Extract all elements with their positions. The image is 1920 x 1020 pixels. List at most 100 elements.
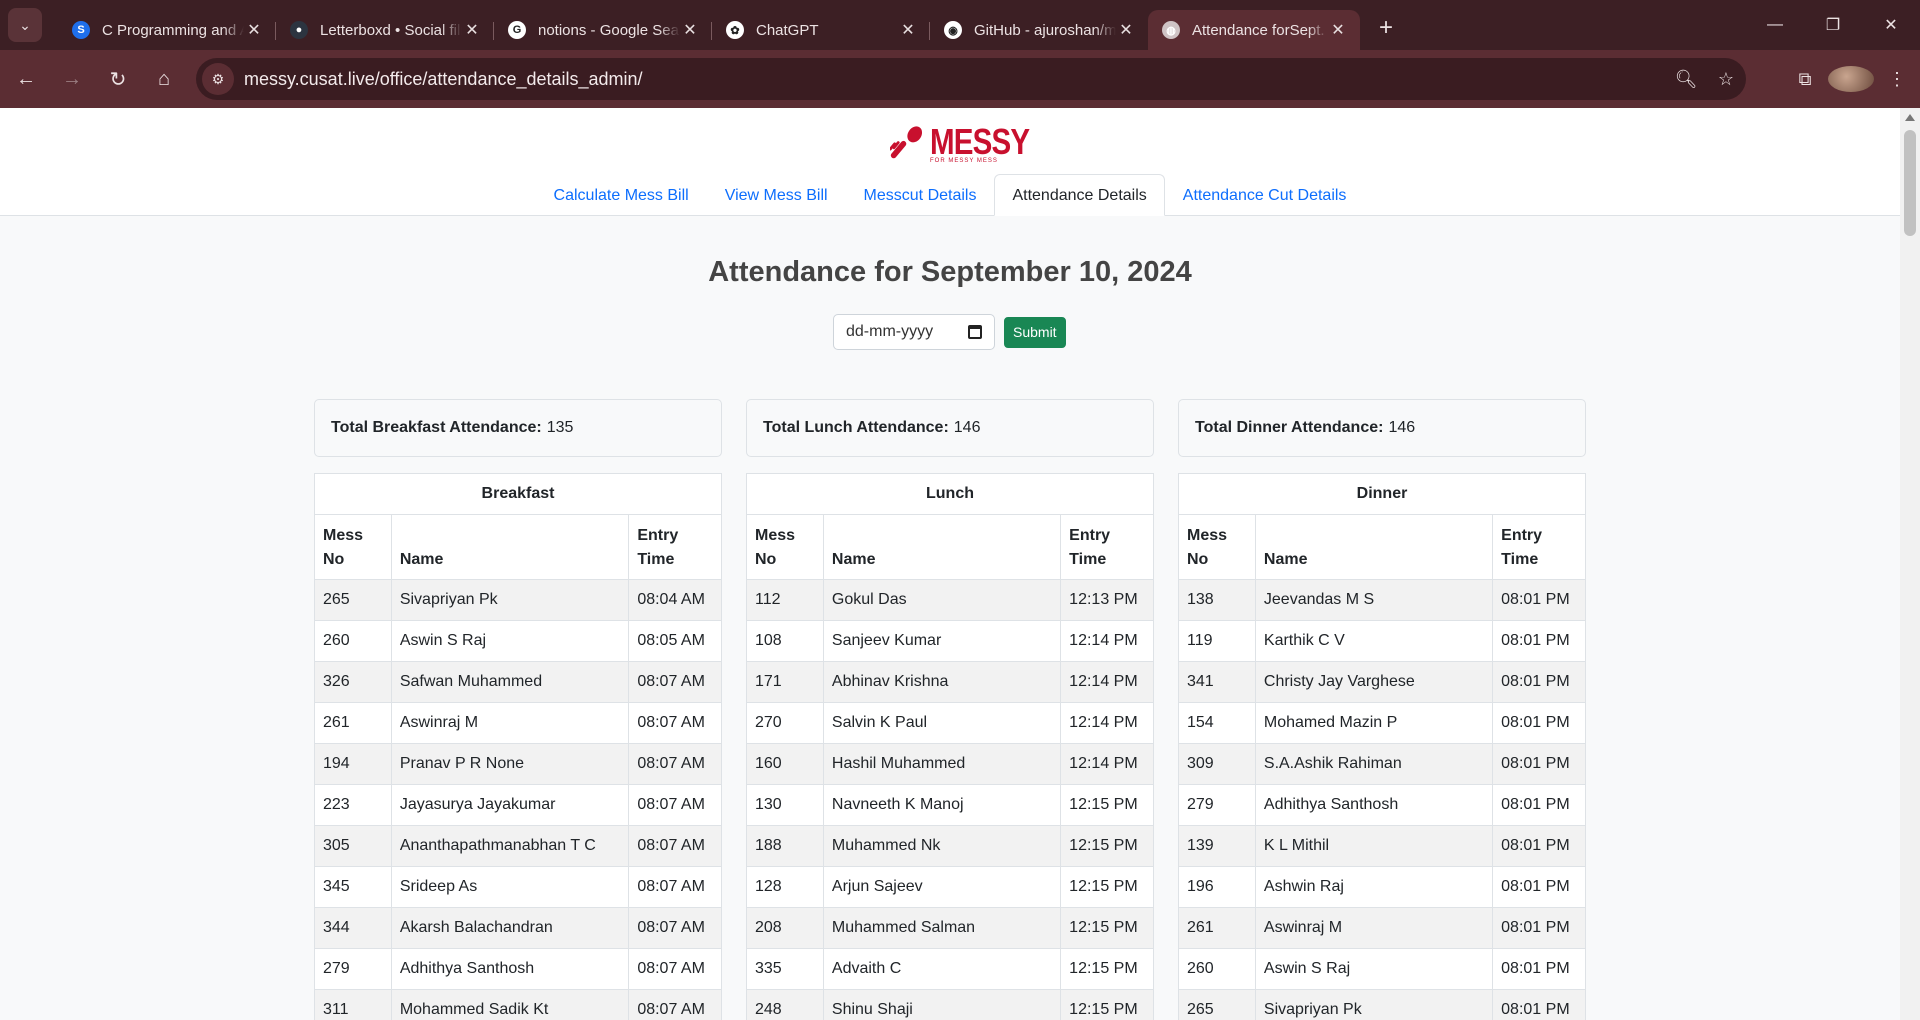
browser-tab[interactable]: S C Programming and Assembly✕ (58, 10, 276, 50)
letterboxd-icon: ● (290, 21, 308, 39)
entry-time-cell: 08:05 AM (628, 620, 722, 662)
scaler-icon: S (72, 21, 90, 39)
mess-no-cell: 171 (746, 661, 824, 703)
table-row: 160 Hashil Muhammed 12:14 PM (746, 743, 1154, 785)
entry-time-cell: 08:07 AM (628, 702, 722, 744)
entry-time-cell: 08:07 AM (628, 989, 722, 1020)
close-window-button[interactable]: ✕ (1862, 0, 1920, 50)
nav-tab-calculate-mess-bill[interactable]: Calculate Mess Bill (536, 174, 707, 216)
table-row: 260 Aswin S Raj 08:05 AM (314, 620, 722, 662)
chevron-down-icon: ⌄ (19, 16, 31, 33)
site-header: MESSY FOR MESSY MESS Calculate Mess Bill… (0, 108, 1900, 216)
submit-button[interactable]: Submit (1004, 316, 1066, 348)
name-cell: Aswin S Raj (1254, 948, 1494, 990)
mess-no-cell: 223 (314, 784, 392, 826)
date-filter-form: dd-mm-yyyy Submit (833, 314, 1066, 350)
date-input[interactable]: dd-mm-yyyy (833, 314, 995, 350)
entry-time-cell: 08:01 PM (1492, 579, 1586, 621)
tab-close-icon[interactable]: ✕ (462, 20, 482, 40)
table-row: 335 Advaith C 12:15 PM (746, 948, 1154, 990)
minimize-button[interactable]: — (1746, 0, 1804, 50)
messy-logo[interactable]: MESSY FOR MESSY MESS (890, 118, 1051, 166)
calendar-icon[interactable] (968, 325, 982, 339)
browser-tab[interactable]: ✿ ChatGPT ✕ (712, 10, 930, 50)
entry-time-cell: 08:01 PM (1492, 784, 1586, 826)
mess-no-cell: 154 (1178, 702, 1256, 744)
table-row: 279 Adhithya Santhosh 08:01 PM (1178, 784, 1586, 826)
browser-tab[interactable]: ◍ Attendance forSept. 10, 2024✕ (1148, 10, 1360, 50)
bookmark-star-icon[interactable]: ☆ (1706, 69, 1746, 90)
entry-time-cell: 08:01 PM (1492, 743, 1586, 785)
nav-tab-messcut-details[interactable]: Messcut Details (846, 174, 995, 216)
column-header-name: Name (390, 514, 630, 580)
tab-search-button[interactable]: ⌄ (8, 8, 42, 42)
main-nav-tabs: Calculate Mess Bill View Mess Bill Messcut… (0, 174, 1900, 216)
new-tab-button[interactable]: + (1368, 10, 1404, 46)
tab-close-icon[interactable]: ✕ (1328, 20, 1348, 40)
name-cell: Sivapriyan Pk (390, 579, 630, 621)
mess-no-cell: 119 (1178, 620, 1256, 662)
tab-close-icon[interactable]: ✕ (244, 20, 264, 40)
browser-tab[interactable]: ◉ GitHub - ajuroshan/messy✕ (930, 10, 1148, 50)
entry-time-cell: 08:01 PM (1492, 866, 1586, 908)
total-label: Total Breakfast Attendance: (331, 419, 542, 436)
mess-no-cell: 335 (746, 948, 824, 990)
mess-no-cell: 261 (1178, 907, 1256, 949)
table-row: 305 Ananthapathmanabhan T C 08:07 AM (314, 825, 722, 867)
url-text[interactable]: messy.cusat.live/office/attendance_detai… (244, 69, 1666, 90)
nav-tab-view-mess-bill[interactable]: View Mess Bill (707, 174, 846, 216)
arrow-left-icon: ← (16, 67, 36, 90)
table-caption: Breakfast (314, 473, 722, 515)
name-cell: Pranav P R None (390, 743, 630, 785)
name-cell: Hashil Muhammed (822, 743, 1062, 785)
home-button[interactable]: ⌂ (144, 59, 184, 99)
tab-close-icon[interactable]: ✕ (898, 20, 918, 40)
nav-tab-attendance-details[interactable]: Attendance Details (994, 174, 1165, 216)
restore-button[interactable]: ❐ (1804, 0, 1862, 50)
table-row: 279 Adhithya Santhosh 08:07 AM (314, 948, 722, 990)
forward-button[interactable]: → (52, 59, 92, 99)
date-input-placeholder: dd-mm-yyyy (846, 323, 934, 340)
entry-time-cell: 12:14 PM (1060, 743, 1154, 785)
window-controls: — ❐ ✕ (1746, 0, 1920, 50)
toolbar-right: ⧉ ⋮ (1782, 50, 1920, 108)
entry-time-cell: 08:07 AM (628, 866, 722, 908)
site-info-icon[interactable]: ⚙ (202, 63, 234, 95)
table-row: 265 Sivapriyan Pk 08:01 PM (1178, 989, 1586, 1020)
nav-tab-attendance-cut-details[interactable]: Attendance Cut Details (1165, 174, 1365, 216)
mess-no-cell: 138 (1178, 579, 1256, 621)
mess-no-cell: 345 (314, 866, 392, 908)
total-attendance-card: Total Lunch Attendance: 146 (746, 399, 1154, 457)
scrollbar-thumb[interactable] (1904, 130, 1916, 236)
table-caption: Dinner (1178, 473, 1586, 515)
name-cell: Karthik C V (1254, 620, 1494, 662)
tab-close-icon[interactable]: ✕ (1116, 20, 1136, 40)
mess-no-cell: 265 (1178, 989, 1256, 1020)
table-row: 130 Navneeth K Manoj 12:15 PM (746, 784, 1154, 826)
name-cell: Akarsh Balachandran (390, 907, 630, 949)
entry-time-cell: 12:15 PM (1060, 825, 1154, 867)
address-bar[interactable]: ⚙ messy.cusat.live/office/attendance_det… (196, 58, 1746, 100)
table-row: 138 Jeevandas M S 08:01 PM (1178, 579, 1586, 621)
scroll-up-arrow-icon[interactable] (1905, 114, 1915, 121)
table-row: 139 K L Mithil 08:01 PM (1178, 825, 1586, 867)
plus-icon: + (1378, 14, 1393, 41)
page-scrollbar[interactable] (1900, 108, 1920, 1020)
column-header-mess-no: Mess No (746, 514, 824, 580)
menu-kebab-icon[interactable]: ⋮ (1874, 69, 1920, 90)
table-row: 260 Aswin S Raj 08:01 PM (1178, 948, 1586, 990)
browser-tab[interactable]: Gnotions - Google Search✕ (494, 10, 712, 50)
profile-avatar[interactable] (1828, 66, 1874, 92)
entry-time-cell: 08:07 AM (628, 825, 722, 867)
name-cell: Mohammed Sadik Kt (390, 989, 630, 1020)
zoom-icon[interactable]: 🔍︎ (1666, 69, 1706, 90)
tab-close-icon[interactable]: ✕ (680, 20, 700, 40)
extensions-icon[interactable]: ⧉ (1782, 69, 1828, 90)
browser-tab[interactable]: ● Letterboxd • Social film discovery✕ (276, 10, 494, 50)
back-button[interactable]: ← (6, 59, 46, 99)
entry-time-cell: 12:14 PM (1060, 661, 1154, 703)
name-cell: K L Mithil (1254, 825, 1494, 867)
name-cell: Safwan Muhammed (390, 661, 630, 703)
reload-button[interactable]: ↻ (98, 59, 138, 99)
browser-toolbar: ← → ↻ ⌂ ⚙ messy.cusat.live/office/attend… (0, 50, 1920, 108)
